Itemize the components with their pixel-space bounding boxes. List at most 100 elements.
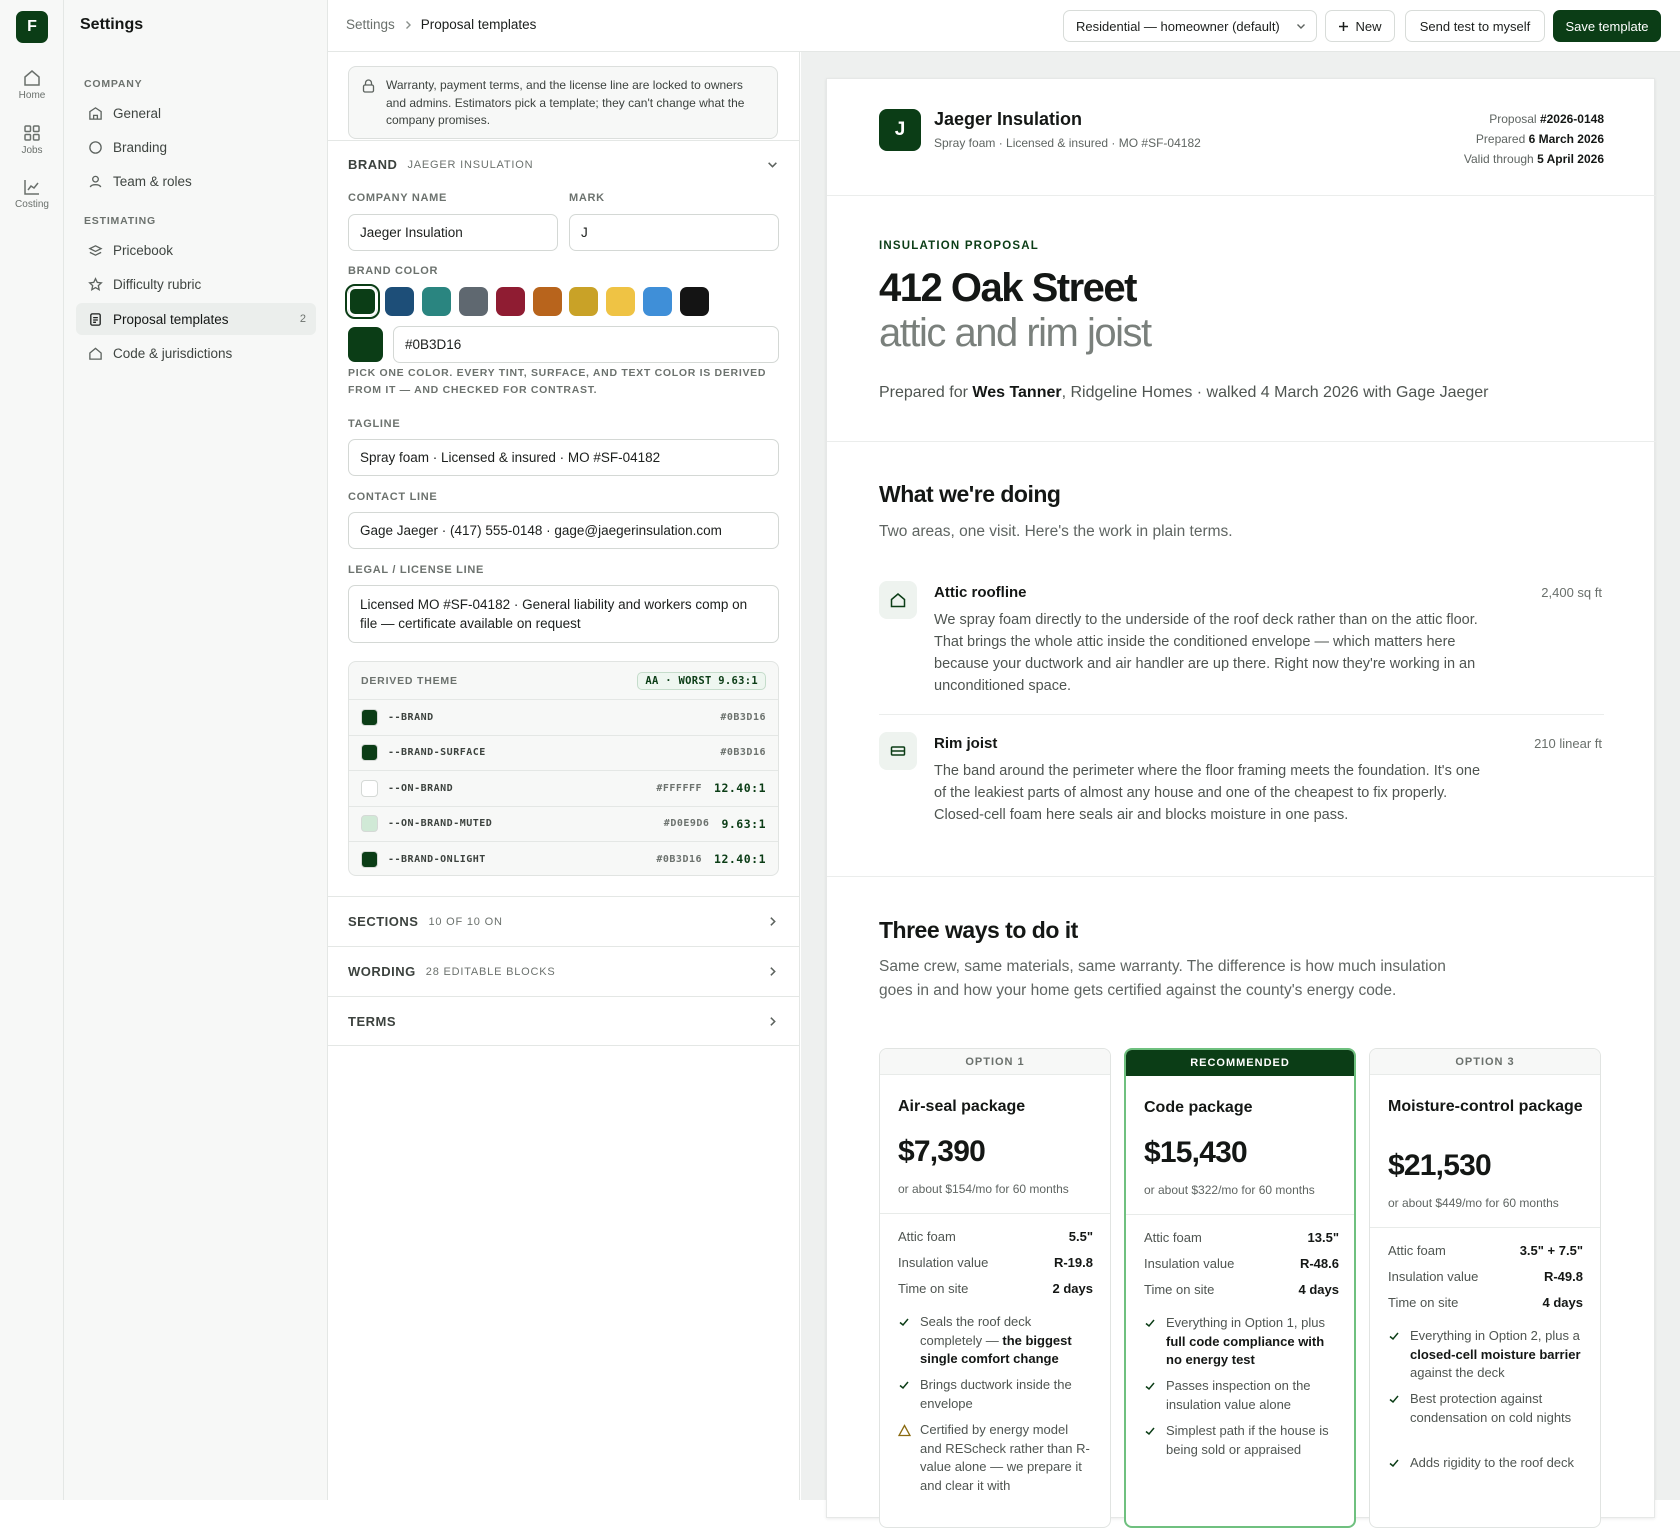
area-quantity: 210 linear ft bbox=[1534, 736, 1602, 751]
legal-line-textarea[interactable]: Licensed MO #SF-04182 · General liabilit… bbox=[348, 585, 779, 643]
new-template-button[interactable]: New bbox=[1325, 10, 1395, 42]
feature-text: Certified by energy model and REScheck r… bbox=[920, 1422, 1090, 1493]
star-icon bbox=[88, 276, 103, 291]
feature-text-after: against the deck bbox=[1410, 1365, 1505, 1380]
token-contrast: 12.40:1 bbox=[714, 852, 766, 867]
option-label: RECOMMENDED bbox=[1126, 1050, 1354, 1076]
color-swatch[interactable] bbox=[345, 284, 380, 319]
lock-icon bbox=[362, 79, 375, 93]
sidebar-item-branding[interactable]: Branding bbox=[76, 131, 316, 163]
color-swatch[interactable] bbox=[680, 287, 710, 316]
sidebar-item-count: 2 bbox=[299, 313, 306, 325]
app-logo[interactable]: F bbox=[16, 11, 48, 43]
breadcrumb-root[interactable]: Settings bbox=[346, 17, 395, 32]
sidebar-item-team-roles[interactable]: Team & roles bbox=[76, 165, 316, 197]
chevron-right-icon bbox=[405, 20, 411, 29]
home-icon bbox=[24, 70, 40, 86]
sidebar-item-label: Branding bbox=[113, 139, 168, 155]
color-swatch[interactable] bbox=[421, 287, 451, 316]
sidebar-item-difficulty-rubric[interactable]: Difficulty rubric bbox=[76, 268, 316, 300]
token-swatch bbox=[361, 815, 378, 833]
option-price: $15,430 bbox=[1144, 1136, 1248, 1169]
rail-item-jobs[interactable]: Jobs bbox=[0, 123, 64, 156]
area-title: Rim joist bbox=[934, 735, 998, 752]
option-feature: Adds rigidity to the roof deck bbox=[1388, 1454, 1583, 1473]
contact-line-input[interactable]: Gage Jaeger · (417) 555-0148 · gage@jaeg… bbox=[348, 512, 779, 549]
color-swatch[interactable] bbox=[606, 287, 636, 316]
feature-highlight: full code compliance with no energy test bbox=[1166, 1333, 1325, 1368]
chevron-right-icon bbox=[770, 917, 776, 926]
wording-accordion[interactable]: WORDING 28 EDITABLE BLOCKS bbox=[328, 946, 800, 996]
new-button-label: New bbox=[1355, 18, 1382, 34]
prepared-for-details: , Ridgeline Homes · walked 4 March 2026 … bbox=[1061, 384, 1489, 401]
option-monthly: or about $322/mo for 60 months bbox=[1144, 1183, 1315, 1197]
sections-subheading: 10 OF 10 ON bbox=[428, 915, 503, 928]
color-swatch[interactable] bbox=[569, 287, 599, 316]
option-spec-row: Time on site 4 days bbox=[1388, 1295, 1583, 1310]
chart-icon bbox=[24, 180, 39, 195]
template-select[interactable]: Residential — homeowner (default) bbox=[1063, 10, 1317, 42]
color-swatch[interactable] bbox=[643, 287, 673, 316]
lock-notice-text: Warranty, payment terms, and the license… bbox=[386, 78, 745, 127]
top-bar: Settings Proposal templates Residential … bbox=[328, 0, 1680, 52]
check-icon bbox=[1145, 1427, 1155, 1436]
save-template-button[interactable]: Save template bbox=[1553, 10, 1661, 42]
check-icon bbox=[1389, 1332, 1399, 1341]
proposal-number: #2026-0148 bbox=[1539, 112, 1604, 126]
company-name-input[interactable]: Jaeger Insulation bbox=[348, 214, 558, 251]
rail-item-home[interactable]: Home bbox=[0, 68, 64, 101]
terms-accordion[interactable]: TERMS bbox=[328, 996, 800, 1046]
sidebar-item-pricebook[interactable]: Pricebook bbox=[76, 234, 316, 266]
color-swatch[interactable] bbox=[495, 287, 525, 316]
user-icon bbox=[89, 175, 102, 187]
spec-value: R-48.6 bbox=[1299, 1256, 1339, 1271]
feature-text: Passes inspection on the insulation valu… bbox=[1166, 1378, 1311, 1412]
options-lead: Same crew, same materials, same warranty… bbox=[879, 958, 1446, 999]
rail-item-label: Jobs bbox=[21, 145, 43, 156]
theme-token-row: --ON-BRAND #FFFFFF 12.40:1 bbox=[349, 770, 778, 806]
option-card[interactable]: OPTION 1 Air-seal package $7,390 or about $… bbox=[879, 1048, 1111, 1528]
sections-heading: SECTIONS bbox=[348, 914, 419, 929]
feature-text: Adds rigidity to the roof deck bbox=[1410, 1455, 1575, 1470]
contrast-badge: AA · WORST 9.63:1 bbox=[637, 671, 766, 690]
option-card-recommended[interactable]: RECOMMENDED Code package $15,430 or about $… bbox=[1124, 1048, 1356, 1528]
settings-sidebar: Settings COMPANY General Branding Team &… bbox=[64, 0, 328, 1500]
sidebar-item-label: General bbox=[113, 105, 162, 121]
color-swatch[interactable] bbox=[384, 287, 414, 316]
spec-value: 5.5" bbox=[1068, 1229, 1093, 1244]
sections-accordion[interactable]: SECTIONS 10 OF 10 ON bbox=[328, 896, 800, 946]
document-icon bbox=[90, 312, 101, 326]
sidebar-item-proposal-templates[interactable]: Proposal templates 2 bbox=[76, 303, 316, 335]
brand-color-hex-input[interactable]: #0B3D16 bbox=[393, 326, 779, 363]
token-swatch bbox=[361, 744, 378, 762]
selected-color-preview[interactable] bbox=[348, 327, 383, 362]
option-feature: Best protection against condensation on … bbox=[1388, 1390, 1583, 1427]
derived-theme-panel: DERIVED THEME AA · WORST 9.63:1 --BRAND #… bbox=[348, 661, 779, 876]
feature-text: Everything in Option 2, plus a bbox=[1410, 1328, 1580, 1343]
spec-label: Time on site bbox=[1388, 1295, 1459, 1310]
token-swatch bbox=[361, 779, 378, 797]
option-spec-row: Attic foam 3.5" + 7.5" bbox=[1388, 1243, 1583, 1258]
rail-item-label: Costing bbox=[15, 199, 49, 210]
rail-item-costing[interactable]: Costing bbox=[0, 177, 64, 210]
theme-token-list: --BRAND #0B3D16 --BRAND-SURFACE #0B3D16 --ON… bbox=[349, 699, 778, 875]
work-heading: What we're doing bbox=[879, 481, 1061, 507]
color-swatch[interactable] bbox=[532, 287, 562, 316]
send-test-button[interactable]: Send test to myself bbox=[1405, 10, 1545, 42]
derived-theme-title: DERIVED THEME bbox=[361, 674, 458, 687]
option-card[interactable]: OPTION 3 Moisture-control package $21,530 o… bbox=[1369, 1048, 1601, 1528]
chevron-right-icon bbox=[770, 967, 776, 976]
sidebar-item-code-jurisdictions[interactable]: Code & jurisdictions bbox=[76, 337, 316, 369]
spec-label: Time on site bbox=[898, 1281, 969, 1296]
spec-value: R-49.8 bbox=[1543, 1269, 1583, 1284]
wording-heading: WORDING bbox=[348, 964, 416, 979]
divider bbox=[827, 876, 1656, 877]
sidebar-item-general[interactable]: General bbox=[76, 97, 316, 129]
theme-token-row: --ON-BRAND-MUTED #D0E9D6 9.63:1 bbox=[349, 805, 778, 842]
tagline-input[interactable]: Spray foam · Licensed & insured · MO #SF… bbox=[348, 439, 779, 476]
sidebar-item-label: Difficulty rubric bbox=[113, 276, 202, 292]
option-spec-row: Attic foam 5.5" bbox=[898, 1229, 1093, 1244]
brand-section-header[interactable]: BRAND JAEGER INSULATION bbox=[328, 140, 800, 188]
mark-input[interactable]: J bbox=[569, 214, 779, 251]
color-swatch[interactable] bbox=[458, 287, 488, 316]
